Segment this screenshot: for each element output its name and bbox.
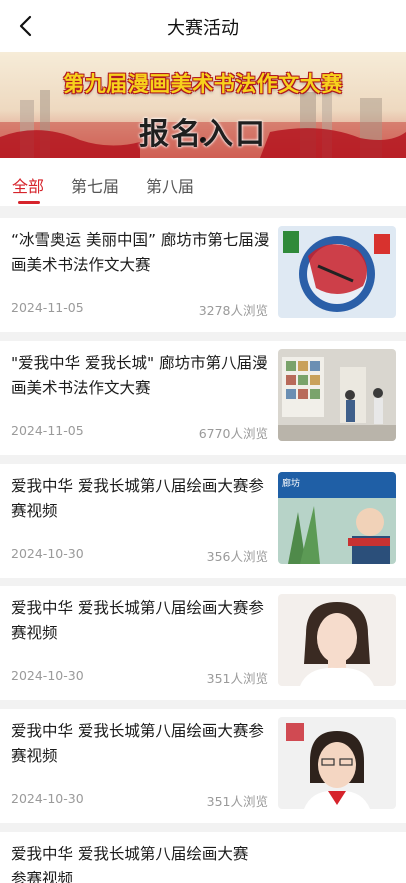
list-item[interactable]: 爱我中华 爱我长城第八届绘画大赛参赛视频 [0, 832, 406, 883]
article-title: "爱我中华 爱我长城" 廊坊市第八届漫画美术书法作文大赛 [11, 354, 268, 397]
tab-bar: 全部 第七届 第八届 [0, 158, 406, 206]
article-date: 2024-11-05 [11, 423, 84, 438]
article-thumbnail [278, 226, 396, 318]
tab-eighth[interactable]: 第八届 [146, 173, 194, 197]
article-views: 351人浏览 [206, 794, 268, 809]
article-title: “冰雪奥运 美丽中国” 廊坊市第七届漫画美术书法作文大赛 [11, 231, 270, 274]
signup-entry-text: 报名入口 [139, 117, 267, 152]
article-thumbnail [278, 717, 396, 809]
article-thumbnail [278, 594, 396, 686]
top-bar: 大赛活动 [0, 0, 406, 52]
article-title: 爱我中华 爱我长城第八届绘画大赛参赛视频 [11, 477, 264, 520]
list-item[interactable]: 爱我中华 爱我长城第八届绘画大赛参赛视频 2024-10-30 356人浏览 廊… [0, 464, 406, 578]
article-title: 爱我中华 爱我长城第八届绘画大赛参赛视频 [11, 845, 249, 883]
active-tab-indicator [18, 201, 40, 204]
article-title: 爱我中华 爱我长城第八届绘画大赛参赛视频 [11, 599, 264, 642]
banner-headline: 第九届漫画美术书法作文大赛 [63, 72, 343, 96]
article-title: 爱我中华 爱我长城第八届绘画大赛参赛视频 [11, 722, 264, 765]
thumbnail-caption: 廊坊 [282, 477, 300, 489]
article-views: 356人浏览 [206, 549, 268, 564]
list-item[interactable]: “冰雪奥运 美丽中国” 廊坊市第七届漫画美术书法作文大赛 2024-11-05 … [0, 218, 406, 332]
article-views: 351人浏览 [206, 671, 268, 686]
article-date: 2024-11-05 [11, 300, 84, 315]
article-thumbnail [278, 349, 396, 441]
article-views: 6770人浏览 [198, 426, 268, 441]
signup-banner[interactable]: 第九届漫画美术书法作文大赛 报名入口 [0, 52, 406, 158]
article-thumbnail: 廊坊 [278, 472, 396, 564]
article-date: 2024-10-30 [11, 546, 84, 561]
page-title: 大赛活动 [167, 18, 239, 39]
tab-seventh[interactable]: 第七届 [71, 173, 119, 197]
list-item[interactable]: 爱我中华 爱我长城第八届绘画大赛参赛视频 2024-10-30 351人浏览 [0, 709, 406, 823]
list-item[interactable]: 爱我中华 爱我长城第八届绘画大赛参赛视频 2024-10-30 351人浏览 [0, 586, 406, 700]
list-item[interactable]: "爱我中华 爱我长城" 廊坊市第八届漫画美术书法作文大赛 2024-11-05 … [0, 341, 406, 455]
article-views: 3278人浏览 [198, 303, 268, 318]
article-date: 2024-10-30 [11, 791, 84, 806]
tab-all[interactable]: 全部 [12, 173, 44, 197]
article-date: 2024-10-30 [11, 668, 84, 683]
